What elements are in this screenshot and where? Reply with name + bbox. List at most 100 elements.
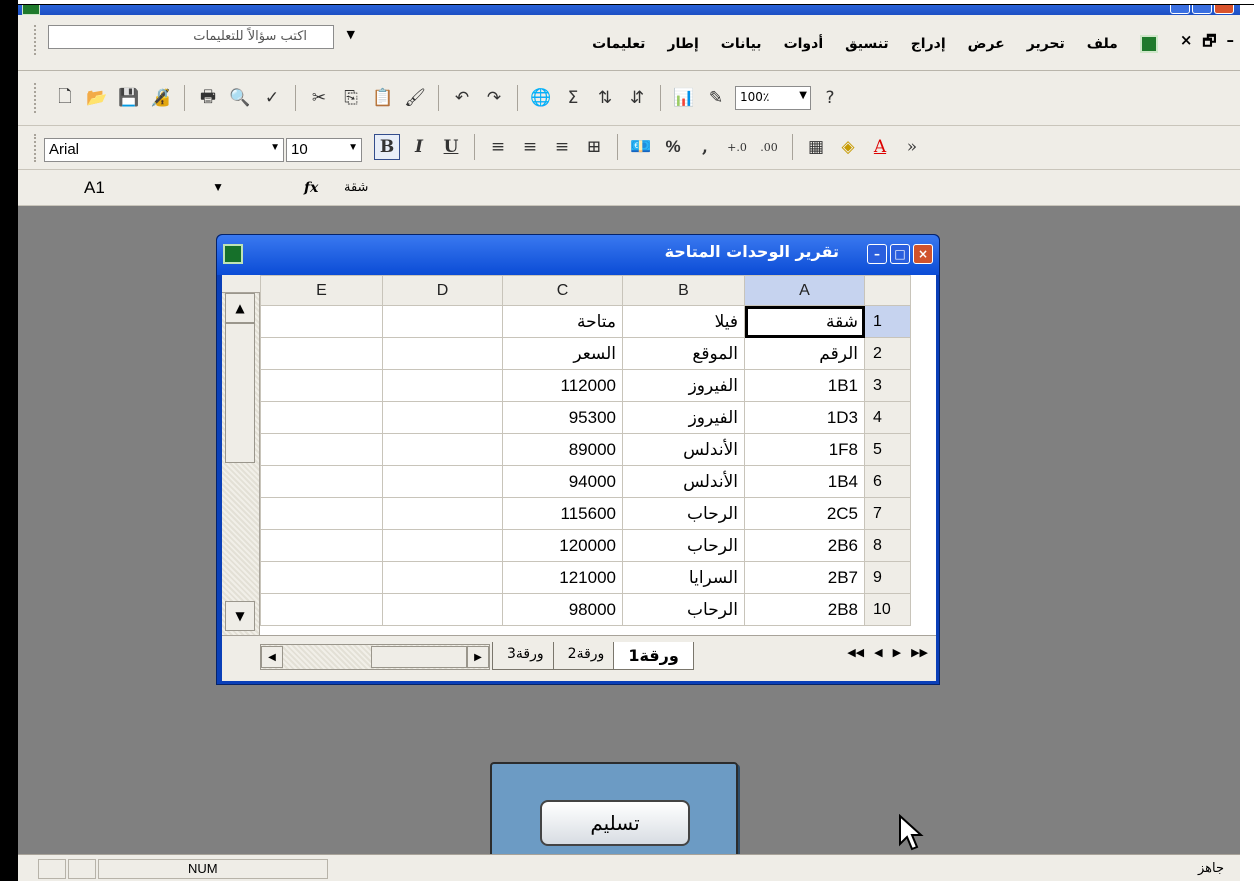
row-header[interactable]: 5 bbox=[864, 433, 911, 466]
merge-center-icon[interactable]: ⊞ bbox=[581, 134, 607, 160]
cell-a[interactable]: 1B1 bbox=[744, 369, 865, 402]
zoom-select[interactable]: 100٪ ▼ bbox=[735, 86, 811, 110]
cell-c[interactable]: 94000 bbox=[502, 465, 623, 498]
cell-a[interactable]: 2C5 bbox=[744, 497, 865, 530]
cell-b[interactable]: الفيروز bbox=[622, 369, 745, 402]
cell-d[interactable] bbox=[382, 561, 503, 594]
increase-decimal-icon[interactable]: +.0 bbox=[724, 134, 750, 160]
restore-button[interactable] bbox=[1192, 5, 1212, 14]
menu-file[interactable]: ملف bbox=[1087, 36, 1118, 52]
vertical-scrollbar[interactable]: ▲ ▼ bbox=[222, 275, 260, 635]
sort-ascending-icon[interactable]: ⇅ bbox=[592, 85, 618, 111]
help-search-input[interactable]: اكتب سؤالاً للتعليمات ▼ bbox=[48, 25, 355, 49]
cell-a[interactable]: 2B6 bbox=[744, 529, 865, 562]
chevron-down-icon[interactable]: ▼ bbox=[347, 28, 355, 41]
permission-icon[interactable]: 🔏 bbox=[148, 85, 174, 111]
cell-e[interactable] bbox=[260, 593, 383, 626]
cell-a[interactable]: 1B4 bbox=[744, 465, 865, 498]
hyperlink-icon[interactable]: 🌐 bbox=[528, 85, 554, 111]
cell-b[interactable]: الرحاب bbox=[622, 529, 745, 562]
next-sheet-icon[interactable]: ▶ bbox=[893, 646, 901, 659]
chevron-down-icon[interactable]: ▼ bbox=[799, 90, 807, 101]
percent-button[interactable]: % bbox=[660, 134, 686, 160]
chevron-down-icon[interactable]: ▼ bbox=[270, 142, 280, 153]
close-button[interactable] bbox=[1214, 5, 1234, 14]
sheet-tab-1[interactable]: ورقة1 bbox=[613, 642, 694, 670]
doc-close-button[interactable]: × bbox=[1180, 31, 1193, 56]
menu-tools[interactable]: أدوات bbox=[784, 36, 824, 52]
row-header[interactable]: 7 bbox=[864, 497, 911, 530]
scroll-thumb[interactable] bbox=[225, 323, 255, 463]
cell-b[interactable]: الموقع bbox=[622, 337, 745, 370]
row-header[interactable]: 6 bbox=[864, 465, 911, 498]
scroll-left-button[interactable]: ◀ bbox=[261, 646, 283, 668]
cell-e[interactable] bbox=[260, 337, 383, 370]
cell-c[interactable]: 95300 bbox=[502, 401, 623, 434]
sort-descending-icon[interactable]: ⇵ bbox=[624, 85, 650, 111]
cell-c[interactable]: متاحة bbox=[502, 305, 623, 338]
scroll-right-button[interactable]: ▶ bbox=[467, 646, 489, 668]
save-icon[interactable]: 💾 bbox=[116, 85, 142, 111]
cell-b[interactable]: الرحاب bbox=[622, 497, 745, 530]
comma-button[interactable]: , bbox=[692, 134, 718, 160]
underline-button[interactable]: U bbox=[438, 134, 464, 160]
scroll-thumb[interactable] bbox=[371, 646, 467, 668]
menu-help[interactable]: تعليمات bbox=[592, 36, 645, 52]
cell-d[interactable] bbox=[382, 401, 503, 434]
menu-edit[interactable]: تحرير bbox=[1027, 36, 1065, 52]
open-icon[interactable]: 📂 bbox=[84, 85, 110, 111]
cell-c[interactable]: السعر bbox=[502, 337, 623, 370]
print-preview-icon[interactable]: 🔍 bbox=[227, 85, 253, 111]
doc-minimize-button[interactable]: – bbox=[1227, 31, 1235, 56]
chevron-down-icon[interactable]: ▼ bbox=[348, 142, 358, 153]
cell-c[interactable]: 115600 bbox=[502, 497, 623, 530]
cell-d[interactable] bbox=[382, 433, 503, 466]
drawing-icon[interactable]: ✎ bbox=[703, 85, 729, 111]
cell-b[interactable]: فيلا bbox=[622, 305, 745, 338]
cut-icon[interactable]: ✂ bbox=[306, 85, 332, 111]
formula-input[interactable]: شقة bbox=[344, 180, 368, 195]
cell-c[interactable]: 112000 bbox=[502, 369, 623, 402]
prev-sheet-icon[interactable]: ◀ bbox=[874, 646, 882, 659]
column-header-a[interactable]: A bbox=[744, 275, 865, 306]
align-center-icon[interactable]: ≡ bbox=[517, 134, 543, 160]
insert-function-icon[interactable]: fx bbox=[304, 180, 318, 196]
row-header[interactable]: 8 bbox=[864, 529, 911, 562]
workbook-titlebar[interactable]: تقرير الوحدات المتاحة – □ × bbox=[217, 235, 939, 275]
cell-d[interactable] bbox=[382, 305, 503, 338]
menu-data[interactable]: بيانات bbox=[721, 36, 762, 52]
bold-button[interactable]: B bbox=[374, 134, 400, 160]
format-painter-icon[interactable]: 🖌 bbox=[402, 85, 428, 111]
chevron-down-icon[interactable]: ▼ bbox=[212, 180, 224, 194]
undo-icon[interactable]: ↶ bbox=[449, 85, 475, 111]
cell-e[interactable] bbox=[260, 369, 383, 402]
cell-b[interactable]: السرايا bbox=[622, 561, 745, 594]
chart-wizard-icon[interactable]: 📊 bbox=[671, 85, 697, 111]
cell-a[interactable]: شقة bbox=[744, 305, 865, 338]
row-header[interactable]: 4 bbox=[864, 401, 911, 434]
cell-d[interactable] bbox=[382, 593, 503, 626]
last-sheet-icon[interactable]: ▶▶ bbox=[911, 646, 928, 659]
column-header-c[interactable]: C bbox=[502, 275, 623, 306]
cell-b[interactable]: الفيروز bbox=[622, 401, 745, 434]
paste-icon[interactable]: 📋 bbox=[370, 85, 396, 111]
font-select[interactable]: Arial ▼ bbox=[44, 138, 284, 162]
column-header-e[interactable]: E bbox=[260, 275, 383, 306]
row-header[interactable]: 9 bbox=[864, 561, 911, 594]
minimize-button[interactable] bbox=[1170, 5, 1190, 14]
name-box[interactable]: A1 ▼ bbox=[44, 176, 232, 200]
spelling-icon[interactable]: ✓ bbox=[259, 85, 285, 111]
cell-d[interactable] bbox=[382, 337, 503, 370]
row-header[interactable]: 2 bbox=[864, 337, 911, 370]
cell-a[interactable]: 2B8 bbox=[744, 593, 865, 626]
menu-view[interactable]: عرض bbox=[968, 36, 1005, 52]
cell-d[interactable] bbox=[382, 465, 503, 498]
cell-a[interactable]: الرقم bbox=[744, 337, 865, 370]
new-icon[interactable]: 🗋 bbox=[52, 85, 78, 111]
cell-e[interactable] bbox=[260, 529, 383, 562]
align-right-icon[interactable]: ≡ bbox=[485, 134, 511, 160]
column-header-d[interactable]: D bbox=[382, 275, 503, 306]
cell-e[interactable] bbox=[260, 561, 383, 594]
cell-b[interactable]: الأندلس bbox=[622, 433, 745, 466]
excel-doc-icon[interactable] bbox=[1139, 34, 1158, 53]
